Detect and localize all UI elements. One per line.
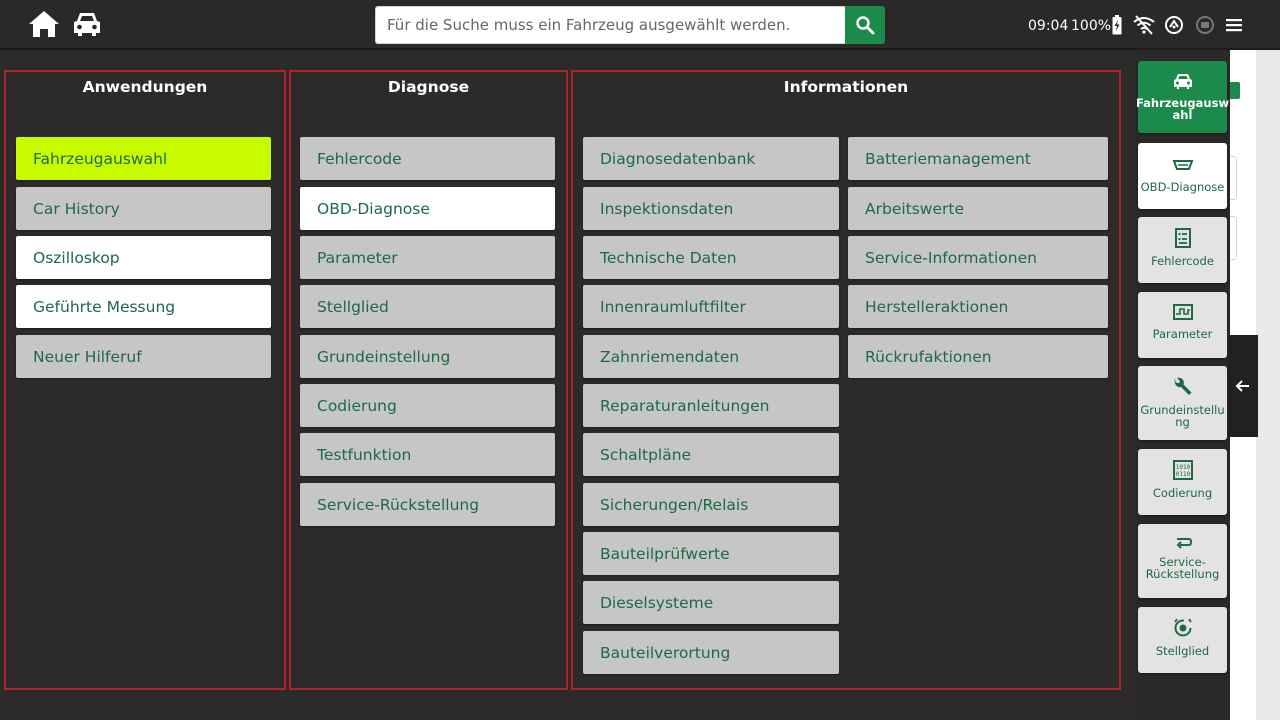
sidebar-item-fahrzeugauswahl[interactable]: Fahrzeugausw ahl xyxy=(1136,61,1229,133)
background-field xyxy=(1229,156,1237,200)
tile-bauteilverortung[interactable]: Bauteilverortung xyxy=(583,631,839,674)
panel-diagnose: Diagnose Fehlercode OBD-Diagnose Paramet… xyxy=(289,70,568,690)
sidebar-item-label: Stellglied xyxy=(1155,644,1210,658)
car-icon xyxy=(1173,74,1192,89)
tile-stellglied[interactable]: Stellglied xyxy=(300,285,555,328)
quick-nav-sidebar: Fahrzeugausw ahl OBD-Diagnose Fehlercode… xyxy=(1133,50,1230,720)
tile-grundeinstellung[interactable]: Grundeinstellung xyxy=(300,335,555,378)
tile-fahrzeugauswahl[interactable]: Fahrzeugauswahl xyxy=(16,137,271,180)
sidebar-item-label: ahl xyxy=(1172,108,1193,122)
sidebar-item-label: Parameter xyxy=(1152,327,1213,341)
tile-fehlercode[interactable]: Fehlercode xyxy=(300,137,555,180)
waveform-icon xyxy=(1172,304,1193,320)
tile-inspektionsdaten[interactable]: Inspektionsdaten xyxy=(583,187,839,230)
sidebar-item-stellglied[interactable]: Stellglied xyxy=(1138,607,1227,673)
tile-service-informationen[interactable]: Service-Informationen xyxy=(848,236,1108,279)
search-input[interactable] xyxy=(375,6,845,44)
svg-text:0110: 0110 xyxy=(1175,471,1190,478)
tile-technische-daten[interactable]: Technische Daten xyxy=(583,236,839,279)
menu-icon[interactable] xyxy=(1225,15,1243,39)
search-button[interactable] xyxy=(845,6,885,44)
wrench-icon xyxy=(1173,377,1191,395)
panel-title: Informationen xyxy=(783,78,909,96)
sidebar-item-parameter[interactable]: Parameter xyxy=(1138,292,1227,358)
home-icon[interactable] xyxy=(27,8,61,40)
svg-text:1010: 1010 xyxy=(1175,464,1190,471)
tile-innenraumluftfilter[interactable]: Innenraumluftfilter xyxy=(583,285,839,328)
tile-diagnosedatenbank[interactable]: Diagnosedatenbank xyxy=(583,137,839,180)
battery-charging-icon xyxy=(1112,15,1122,39)
reset-arrow-icon xyxy=(1176,538,1192,549)
tile-gefuehrte-messung[interactable]: Geführte Messung xyxy=(16,285,271,328)
sync-icon xyxy=(1164,15,1184,39)
tile-schaltplaene[interactable]: Schaltpläne xyxy=(583,433,839,476)
tile-car-history[interactable]: Car History xyxy=(16,187,271,230)
sidebar-item-codierung[interactable]: 1010 0110 Codierung xyxy=(1138,449,1227,515)
sidebar-item-label: OBD-Diagnose xyxy=(1140,180,1225,194)
obd-plug-icon xyxy=(1172,160,1193,170)
panel-title: Diagnose xyxy=(387,78,470,96)
panel-informationen: Informationen Diagnosedatenbank Inspekti… xyxy=(571,70,1121,690)
checklist-icon xyxy=(1174,228,1191,248)
background-field xyxy=(1229,216,1237,260)
binary-icon: 10100110 xyxy=(1172,460,1193,480)
background-strip xyxy=(1256,50,1280,720)
sidebar-item-label: ng xyxy=(1175,415,1190,429)
actuator-icon xyxy=(1173,618,1192,637)
battery-level: 100% xyxy=(1071,18,1112,34)
background-accent xyxy=(1229,82,1240,99)
sidebar-item-label: Rückstellung xyxy=(1145,567,1220,581)
tile-sicherungen-relais[interactable]: Sicherungen/Relais xyxy=(583,483,839,526)
top-bar: 09:04 100% xyxy=(0,0,1280,50)
sidebar-item-label: Codierung xyxy=(1152,486,1213,500)
wifi-off-icon xyxy=(1133,15,1155,39)
car-icon[interactable] xyxy=(70,8,104,40)
tile-herstelleraktionen[interactable]: Herstelleraktionen xyxy=(848,285,1108,328)
search-bar xyxy=(375,6,885,44)
collapse-sidebar-button[interactable] xyxy=(1228,335,1258,437)
sidebar-item-label: Fehlercode xyxy=(1151,254,1214,268)
tile-neuer-hilferuf[interactable]: Neuer Hilferuf xyxy=(16,335,271,378)
tile-dieselsysteme[interactable]: Dieselsysteme xyxy=(583,581,839,624)
tile-zahnriemendaten[interactable]: Zahnriemendaten xyxy=(583,335,839,378)
panel-anwendungen: Anwendungen Fahrzeugauswahl Car History … xyxy=(4,70,286,690)
tile-testfunktion[interactable]: Testfunktion xyxy=(300,433,555,476)
panel-title: Anwendungen xyxy=(82,78,208,96)
vci-connection-icon xyxy=(1195,15,1215,39)
tile-reparaturanleitungen[interactable]: Reparaturanleitungen xyxy=(583,384,839,427)
clock: 09:04 xyxy=(1028,18,1069,34)
sidebar-item-obd-diagnose[interactable]: OBD-Diagnose xyxy=(1138,143,1227,209)
tile-arbeitswerte[interactable]: Arbeitswerte xyxy=(848,187,1108,230)
tile-parameter[interactable]: Parameter xyxy=(300,236,555,279)
arrow-left-icon xyxy=(1235,380,1249,392)
tile-oszilloskop[interactable]: Oszilloskop xyxy=(16,236,271,279)
tile-batteriemanagement[interactable]: Batteriemanagement xyxy=(848,137,1108,180)
sidebar-item-grundeinstellung[interactable]: Grundeinstellu ng xyxy=(1138,366,1227,440)
tile-rueckrufaktionen[interactable]: Rückrufaktionen xyxy=(848,335,1108,378)
search-icon xyxy=(856,16,875,35)
tile-bauteilpruefwerte[interactable]: Bauteilprüfwerte xyxy=(583,532,839,575)
tile-service-rueckstellung[interactable]: Service-Rückstellung xyxy=(300,483,555,526)
tile-codierung[interactable]: Codierung xyxy=(300,384,555,427)
sidebar-item-fehlercode[interactable]: Fehlercode xyxy=(1138,217,1227,283)
sidebar-item-service-rueckstellung[interactable]: Service- Rückstellung xyxy=(1138,524,1227,598)
tile-obd-diagnose[interactable]: OBD-Diagnose xyxy=(300,187,555,230)
